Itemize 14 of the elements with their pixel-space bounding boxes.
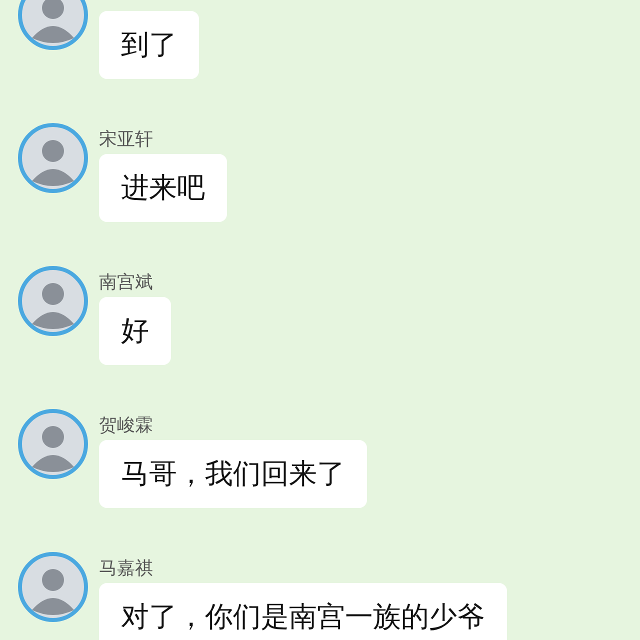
message-bubble: 进来吧 — [99, 154, 227, 222]
sender-name: 宋亚轩 — [99, 129, 153, 151]
sender-name: 南宫斌 — [99, 272, 153, 294]
avatar-icon — [18, 409, 88, 479]
sender-name: 贺峻霖 — [99, 415, 153, 437]
message-bubble: 对了，你们是南宫一族的少爷 — [99, 583, 507, 640]
message-bubble: 好 — [99, 297, 171, 365]
avatar-icon — [18, 266, 88, 336]
message-bubble: 到了 — [99, 11, 199, 79]
avatar-icon — [18, 123, 88, 193]
avatar-icon — [18, 552, 88, 622]
sender-name: 马嘉祺 — [99, 558, 153, 580]
avatar-icon — [18, 0, 88, 50]
message-bubble: 马哥，我们回来了 — [99, 440, 367, 508]
